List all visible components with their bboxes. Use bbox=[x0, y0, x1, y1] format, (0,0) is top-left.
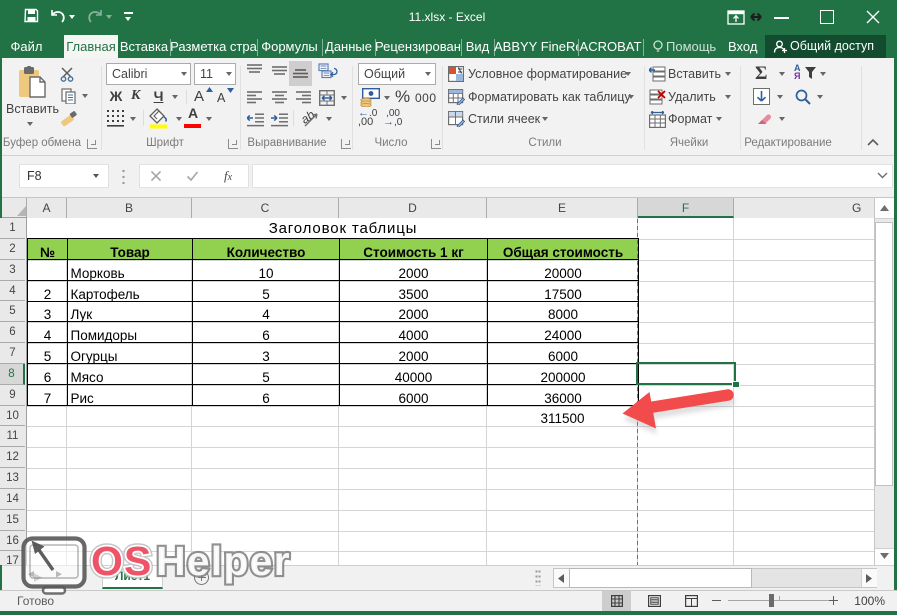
svg-text:Helper: Helper bbox=[156, 538, 291, 584]
svg-text:OS: OS bbox=[91, 538, 152, 584]
